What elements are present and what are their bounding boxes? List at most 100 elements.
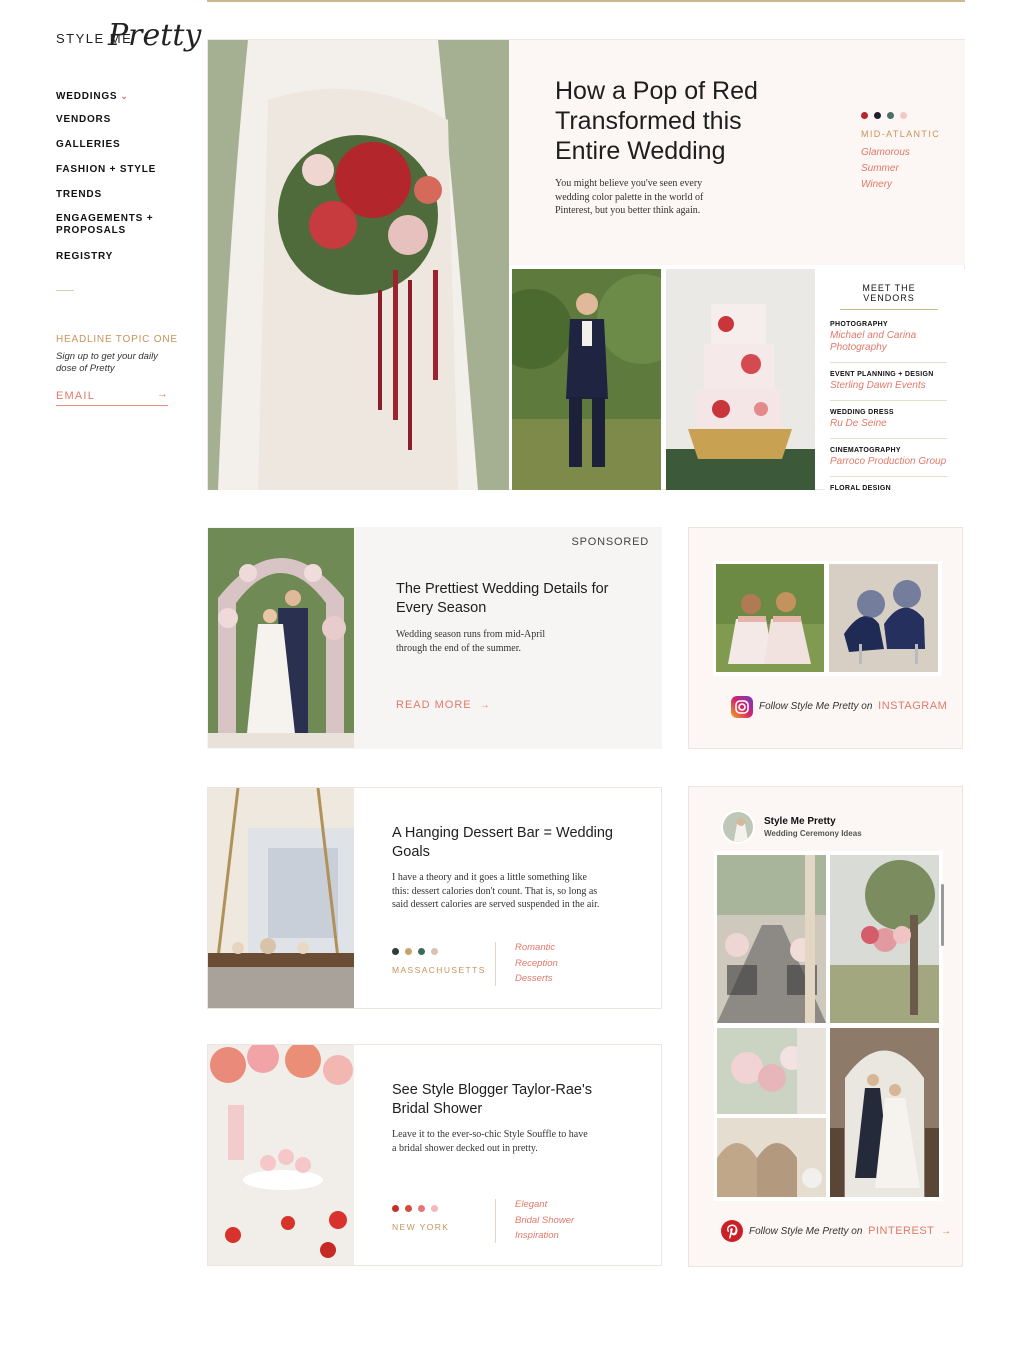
tag-link[interactable]: Romantic	[515, 940, 558, 956]
nav-item-vendors[interactable]: VENDORS	[56, 114, 111, 126]
meta-divider	[495, 1199, 496, 1243]
palette-swatch	[418, 948, 425, 955]
pin-image[interactable]	[830, 855, 939, 1023]
arrow-right-icon[interactable]: →	[941, 1226, 951, 1237]
vendor-role: WEDDING DRESS	[830, 409, 894, 416]
color-palette	[392, 1205, 496, 1212]
pinterest-icon[interactable]	[721, 1220, 743, 1242]
color-palette	[861, 112, 951, 119]
instagram-photo-shoes[interactable]	[829, 564, 938, 672]
article-description: Leave it to the ever-so-chic Style Souff…	[392, 1129, 588, 1154]
read-more-link[interactable]: READ MORE →	[396, 699, 491, 711]
vendor-role: EVENT PLANNING + DESIGN	[830, 371, 934, 378]
palette-swatch	[405, 1205, 412, 1212]
wedding-cake-image[interactable]	[666, 269, 815, 490]
palette-swatch	[874, 112, 881, 119]
arrow-right-icon[interactable]: →	[157, 388, 168, 400]
pinterest-pin-grid	[714, 851, 943, 1201]
vendor-link[interactable]: Parroco Production Group	[830, 456, 947, 468]
chevron-down-icon: ⌄	[120, 91, 129, 101]
pin-grid-scrollbar[interactable]	[941, 884, 944, 946]
tag-link[interactable]: Summer	[861, 161, 951, 177]
sponsored-article-card[interactable]: SPONSORED The Prettiest Wedding Details …	[207, 527, 662, 749]
vendor-role: PHOTOGRAPHY	[830, 321, 889, 328]
vendor-item: CINEMATOGRAPHY Parroco Production Group	[830, 447, 947, 477]
hero-title[interactable]: How a Pop of Red Transformed this Entire…	[555, 76, 775, 166]
instagram-photo-flower-girls[interactable]	[716, 564, 824, 672]
instagram-icon[interactable]	[731, 696, 753, 718]
tag-link[interactable]: Inspiration	[515, 1228, 574, 1244]
nav-item-galleries[interactable]: GALLERIES	[56, 139, 120, 151]
bride-bouquet-image[interactable]	[208, 40, 509, 490]
vendor-list: PHOTOGRAPHY Michael and Carina Photograp…	[830, 321, 947, 490]
article-title[interactable]: See Style Blogger Taylor-Rae's Bridal Sh…	[392, 1081, 622, 1119]
tag-list: Elegant Bridal Shower Inspiration	[515, 1197, 574, 1244]
nav-item-trends[interactable]: TRENDS	[56, 189, 102, 201]
arrow-right-icon: →	[479, 700, 491, 711]
article-description: Wedding season runs from mid-April throu…	[396, 629, 546, 654]
meta-divider	[495, 942, 496, 986]
follow-text: Follow Style Me Pretty on	[749, 1226, 863, 1237]
pin-image[interactable]	[717, 855, 826, 1023]
nav-item-engagements-proposals[interactable]: ENGAGEMENTS + PROPOSALS	[56, 213, 153, 237]
tag-link[interactable]: Elegant	[515, 1197, 574, 1213]
pinterest-link[interactable]: PINTEREST	[868, 1225, 934, 1237]
pinterest-board-name[interactable]: Wedding Ceremony Ideas	[764, 829, 862, 838]
palette-swatch	[418, 1205, 425, 1212]
nav-item-fashion-style[interactable]: FASHION + STYLE	[56, 164, 156, 176]
ceremony-arch-image[interactable]	[208, 528, 354, 748]
palette-swatch	[861, 112, 868, 119]
vendor-link[interactable]: Ru De Seine	[830, 418, 947, 430]
bridal-shower-image[interactable]	[208, 1045, 354, 1265]
region-label[interactable]: MID-ATLANTIC	[861, 129, 951, 139]
vendor-item: PHOTOGRAPHY Michael and Carina Photograp…	[830, 321, 947, 363]
pinterest-widget: Style Me Pretty Wedding Ceremony Ideas F…	[688, 786, 963, 1267]
pin-image[interactable]	[830, 1028, 939, 1197]
site-logo[interactable]: STYLE ME Pretty	[56, 18, 201, 62]
vendor-role: CINEMATOGRAPHY	[830, 447, 901, 454]
vendor-link[interactable]: Michael and Carina Photography	[830, 330, 947, 354]
groom-image[interactable]	[512, 269, 661, 490]
nav-item-weddings[interactable]: WEDDINGS ⌄	[56, 90, 129, 103]
hero-meta: MID-ATLANTIC Glamorous Summer Winery	[861, 112, 951, 193]
instagram-widget: Follow Style Me Pretty on INSTAGRAM	[688, 527, 963, 749]
tag-link[interactable]: Bridal Shower	[515, 1213, 574, 1229]
sidebar-divider	[56, 290, 74, 291]
instagram-follow: Follow Style Me Pretty on INSTAGRAM	[759, 700, 947, 712]
region-label[interactable]: MASSACHUSETTS	[392, 965, 496, 975]
color-palette	[392, 948, 496, 955]
article-card[interactable]: See Style Blogger Taylor-Rae's Bridal Sh…	[207, 1044, 662, 1266]
top-rule	[207, 0, 965, 2]
palette-swatch	[405, 948, 412, 955]
pinterest-board-avatar[interactable]	[721, 810, 755, 844]
nav-label: WEDDINGS	[56, 91, 118, 102]
tag-link[interactable]: Winery	[861, 177, 951, 193]
tag-link[interactable]: Reception	[515, 956, 558, 972]
pin-image[interactable]	[717, 1028, 826, 1114]
article-title[interactable]: A Hanging Dessert Bar = Wedding Goals	[392, 824, 622, 862]
article-title[interactable]: The Prettiest Wedding Details for Every …	[396, 580, 616, 618]
read-more-label: READ MORE	[396, 699, 472, 711]
article-meta: NEW YORK	[392, 1205, 496, 1232]
tag-list: Romantic Reception Desserts	[515, 940, 558, 987]
email-input[interactable]	[56, 387, 151, 405]
article-card[interactable]: A Hanging Dessert Bar = Wedding Goals I …	[207, 787, 662, 1009]
pin-image[interactable]	[717, 1118, 826, 1197]
nav-item-registry[interactable]: REGISTRY	[56, 251, 113, 263]
pinterest-account-name[interactable]: Style Me Pretty	[764, 816, 836, 827]
hanging-dessert-bar-image[interactable]	[208, 788, 354, 1008]
meet-the-vendors: MEET THE VENDORS PHOTOGRAPHY Michael and…	[825, 269, 965, 490]
instagram-link[interactable]: INSTAGRAM	[878, 700, 947, 712]
vendor-item: WEDDING DRESS Ru De Seine	[830, 409, 947, 439]
vendor-item: EVENT PLANNING + DESIGN Sterling Dawn Ev…	[830, 371, 947, 401]
newsletter-subtitle: Sign up to get your daily dose of Pretty	[56, 351, 158, 374]
tag-list: Glamorous Summer Winery	[861, 145, 951, 193]
palette-swatch	[392, 948, 399, 955]
tag-link[interactable]: Desserts	[515, 971, 558, 987]
article-description: I have a theory and it goes a little som…	[392, 872, 600, 910]
tag-link[interactable]: Glamorous	[861, 145, 951, 161]
sponsored-label: SPONSORED	[571, 536, 649, 548]
region-label[interactable]: NEW YORK	[392, 1222, 496, 1232]
article-meta: MASSACHUSETTS	[392, 948, 496, 975]
vendor-link[interactable]: Sterling Dawn Events	[830, 380, 947, 392]
